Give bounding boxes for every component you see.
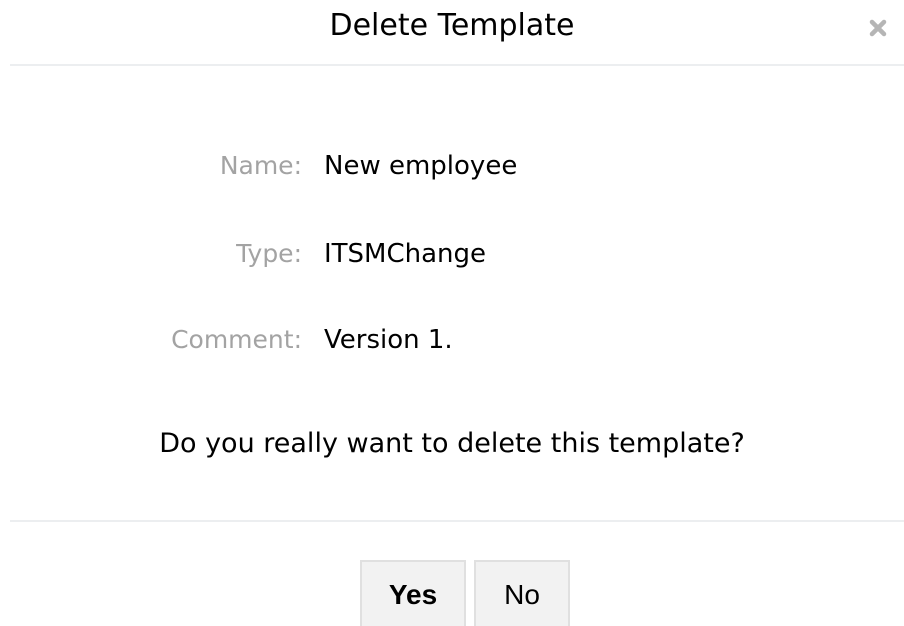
field-row-type: Type: ITSMChange <box>0 234 904 274</box>
delete-template-dialog: Delete Template Name: New employee Type:… <box>0 0 904 626</box>
close-icon <box>868 18 888 42</box>
type-label: Type: <box>236 239 302 268</box>
field-row-name: Name: New employee <box>0 146 904 186</box>
confirmation-question: Do you really want to delete this templa… <box>159 428 745 459</box>
name-label: Name: <box>219 151 302 180</box>
dialog-header: Delete Template <box>0 0 904 56</box>
field-row-comment: Comment: Version 1. <box>0 320 904 360</box>
close-button[interactable] <box>862 14 894 46</box>
dialog-title: Delete Template <box>329 8 575 43</box>
yes-button[interactable]: Yes <box>360 560 466 626</box>
no-button[interactable]: No <box>474 560 570 626</box>
type-value: ITSMChange <box>324 239 487 269</box>
comment-label: Comment: <box>171 325 302 354</box>
name-value: New employee <box>324 151 518 181</box>
header-divider <box>10 64 904 66</box>
comment-value: Version 1. <box>324 325 453 355</box>
footer-divider <box>10 520 904 522</box>
